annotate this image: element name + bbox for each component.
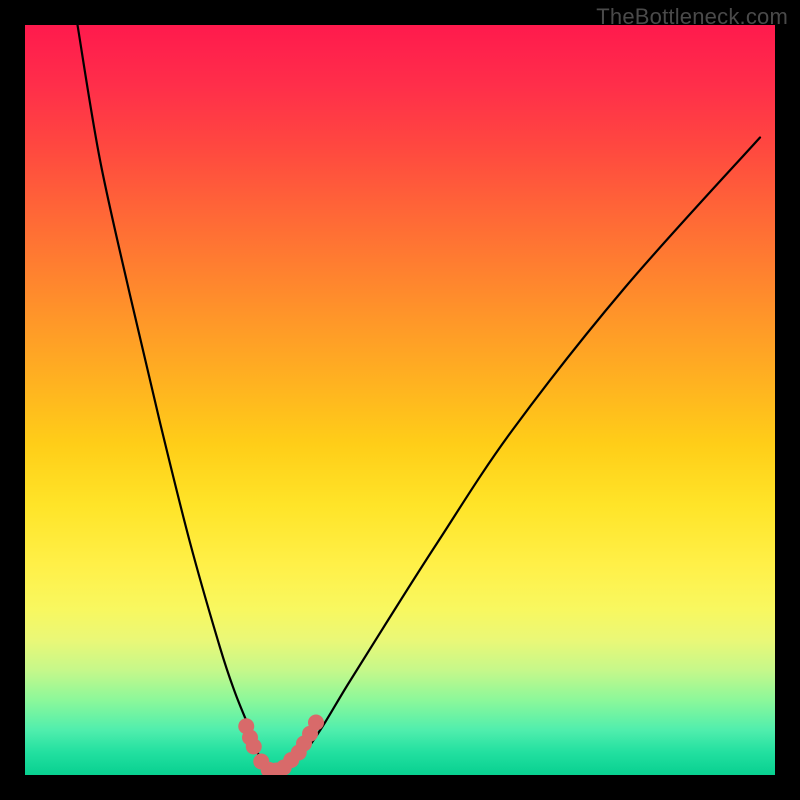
plot-area [25, 25, 775, 775]
highlight-dots [238, 715, 324, 776]
watermark-text: TheBottleneck.com [596, 4, 788, 30]
bottleneck-curve [78, 25, 761, 772]
highlight-dot [308, 715, 324, 731]
highlight-dot [246, 739, 262, 755]
curve-layer [25, 25, 775, 775]
chart-frame: TheBottleneck.com [0, 0, 800, 800]
